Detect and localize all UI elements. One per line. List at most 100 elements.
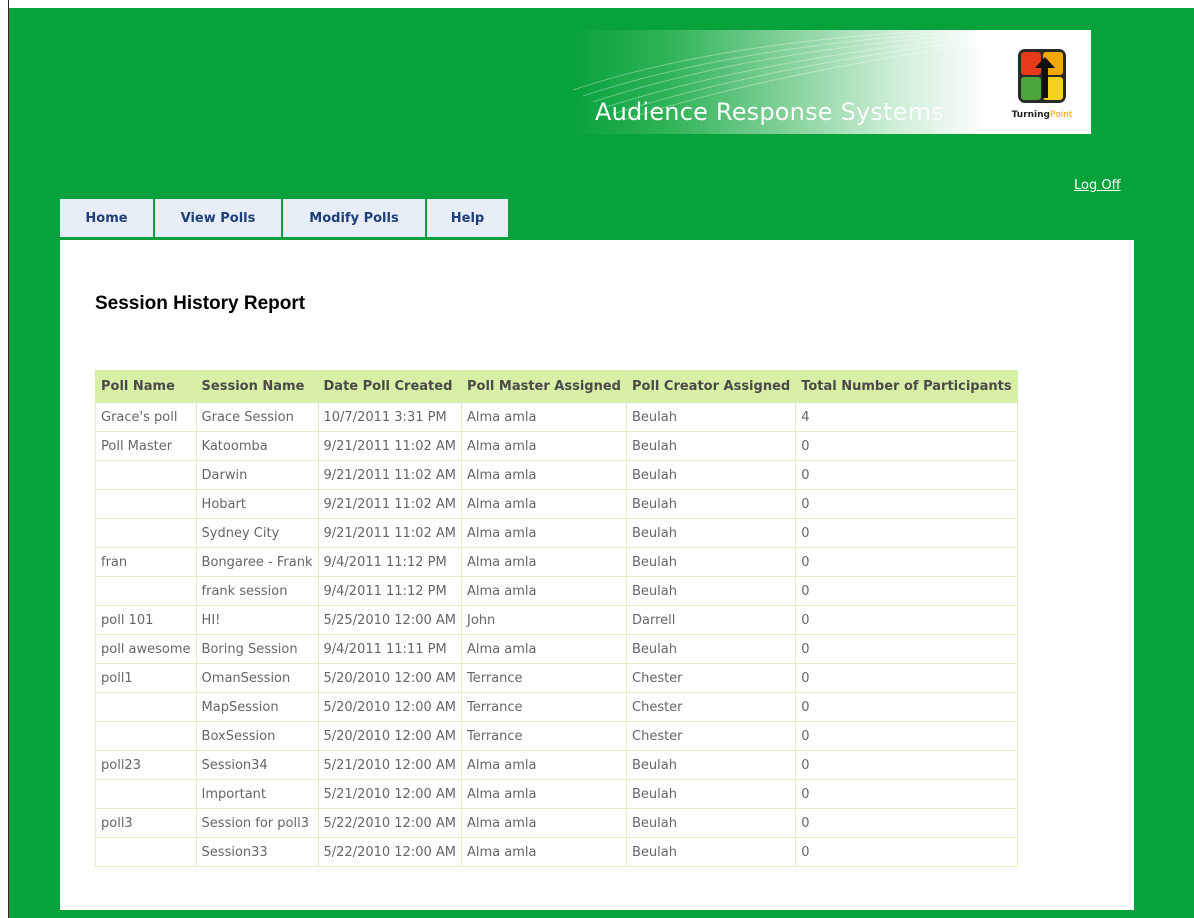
cell-poll-master: Terrance bbox=[461, 663, 627, 693]
window-left-border bbox=[0, 0, 9, 918]
cell-poll-name bbox=[95, 837, 197, 867]
cell-participants: 0 bbox=[795, 837, 1018, 867]
col-header-poll-creator: Poll Creator Assigned bbox=[625, 370, 797, 403]
table-row: Darwin 9/21/2011 11:02 AM Alma amla Beulah 0 bbox=[95, 460, 1018, 490]
cell-poll-master: Alma amla bbox=[461, 547, 627, 577]
cell-poll-name: poll 101 bbox=[95, 605, 197, 635]
cell-participants: 0 bbox=[795, 460, 1018, 490]
cell-poll-master: Alma amla bbox=[461, 518, 627, 548]
cell-poll-name bbox=[95, 721, 197, 751]
cell-poll-creator: Beulah bbox=[625, 808, 797, 838]
cell-poll-master: Terrance bbox=[461, 721, 627, 751]
cell-poll-name bbox=[95, 489, 197, 519]
table-header-row: Poll Name Session Name Date Poll Created… bbox=[95, 370, 1018, 403]
cell-poll-name: fran bbox=[95, 547, 197, 577]
cell-date-created: 9/4/2011 11:12 PM bbox=[317, 576, 462, 606]
cell-date-created: 9/21/2011 11:02 AM bbox=[317, 431, 462, 461]
cell-date-created: 5/20/2010 12:00 AM bbox=[317, 692, 462, 722]
session-history-table: Poll Name Session Name Date Poll Created… bbox=[95, 370, 1018, 867]
cell-date-created: 5/22/2010 12:00 AM bbox=[317, 808, 462, 838]
turningpoint-logo-wordmark: TurningPoint bbox=[1007, 110, 1077, 120]
table-row: BoxSession 5/20/2010 12:00 AM Terrance Ches… bbox=[95, 721, 1018, 751]
cell-date-created: 9/4/2011 11:11 PM bbox=[317, 634, 462, 664]
cell-poll-name: poll3 bbox=[95, 808, 197, 838]
cell-session-name: Darwin bbox=[195, 460, 319, 490]
cell-poll-master: Alma amla bbox=[461, 489, 627, 519]
turningpoint-logo-icon bbox=[1018, 49, 1066, 103]
table-row: Sydney City 9/21/2011 11:02 AM Alma amla Be… bbox=[95, 518, 1018, 548]
cell-session-name: MapSession bbox=[195, 692, 319, 722]
cell-session-name: frank session bbox=[195, 576, 319, 606]
col-header-participants: Total Number of Participants bbox=[795, 370, 1018, 403]
cell-poll-master: Alma amla bbox=[461, 402, 627, 432]
tab-view-polls[interactable]: View Polls bbox=[155, 199, 281, 237]
table-row: poll 101 HI! 5/25/2010 12:00 AM John Darrell… bbox=[95, 605, 1018, 635]
cell-session-name: BoxSession bbox=[195, 721, 319, 751]
cell-participants: 0 bbox=[795, 634, 1018, 664]
cell-session-name: Katoomba bbox=[195, 431, 319, 461]
cell-session-name: Grace Session bbox=[195, 402, 319, 432]
cell-poll-creator: Beulah bbox=[625, 431, 797, 461]
cell-session-name: Boring Session bbox=[195, 634, 319, 664]
cell-poll-creator: Beulah bbox=[625, 518, 797, 548]
cell-poll-creator: Chester bbox=[625, 692, 797, 722]
cell-poll-name: poll23 bbox=[95, 750, 197, 780]
content-panel: Session History Report Poll Name Session… bbox=[60, 240, 1134, 910]
cell-date-created: 9/21/2011 11:02 AM bbox=[317, 518, 462, 548]
cell-session-name: OmanSession bbox=[195, 663, 319, 693]
cell-poll-creator: Beulah bbox=[625, 837, 797, 867]
cell-poll-master: Alma amla bbox=[461, 808, 627, 838]
cell-poll-creator: Beulah bbox=[625, 547, 797, 577]
cell-poll-name bbox=[95, 518, 197, 548]
cell-poll-creator: Beulah bbox=[625, 634, 797, 664]
cell-poll-creator: Beulah bbox=[625, 489, 797, 519]
cell-poll-master: Alma amla bbox=[461, 431, 627, 461]
cell-poll-name: Grace's poll bbox=[95, 402, 197, 432]
cell-poll-creator: Beulah bbox=[625, 460, 797, 490]
tab-help[interactable]: Help bbox=[427, 199, 508, 237]
cell-date-created: 9/4/2011 11:12 PM bbox=[317, 547, 462, 577]
cell-participants: 0 bbox=[795, 547, 1018, 577]
page-title: Session History Report bbox=[95, 293, 306, 314]
col-header-poll-master: Poll Master Assigned bbox=[461, 370, 627, 403]
cell-poll-master: Terrance bbox=[461, 692, 627, 722]
cell-date-created: 10/7/2011 3:31 PM bbox=[317, 402, 462, 432]
cell-date-created: 5/25/2010 12:00 AM bbox=[317, 605, 462, 635]
col-header-date-created: Date Poll Created bbox=[317, 370, 462, 403]
cell-session-name: Sydney City bbox=[195, 518, 319, 548]
cell-poll-creator: Beulah bbox=[625, 402, 797, 432]
cell-participants: 0 bbox=[795, 489, 1018, 519]
cell-participants: 0 bbox=[795, 518, 1018, 548]
cell-poll-creator: Chester bbox=[625, 663, 797, 693]
cell-session-name: Bongaree - Frank bbox=[195, 547, 319, 577]
cell-poll-name bbox=[95, 779, 197, 809]
table-row: Poll Master Katoomba 9/21/2011 11:02 AM Alm… bbox=[95, 431, 1018, 461]
cell-poll-master: John bbox=[461, 605, 627, 635]
cell-poll-creator: Beulah bbox=[625, 576, 797, 606]
table-row: poll1 OmanSession 5/20/2010 12:00 AM Terran… bbox=[95, 663, 1018, 693]
cell-poll-creator: Beulah bbox=[625, 779, 797, 809]
cell-date-created: 5/20/2010 12:00 AM bbox=[317, 663, 462, 693]
table-row: Important 5/21/2010 12:00 AM Alma amla Beul… bbox=[95, 779, 1018, 809]
cell-poll-creator: Beulah bbox=[625, 750, 797, 780]
cell-session-name: Session33 bbox=[195, 837, 319, 867]
table-row: Grace's poll Grace Session 10/7/2011 3:31 … bbox=[95, 402, 1018, 432]
cell-session-name: Session34 bbox=[195, 750, 319, 780]
table-row: frank session 9/4/2011 11:12 PM Alma amla B… bbox=[95, 576, 1018, 606]
cell-poll-name bbox=[95, 576, 197, 606]
cell-participants: 0 bbox=[795, 576, 1018, 606]
cell-poll-master: Alma amla bbox=[461, 576, 627, 606]
cell-participants: 0 bbox=[795, 431, 1018, 461]
cell-poll-name: Poll Master bbox=[95, 431, 197, 461]
tab-home[interactable]: Home bbox=[60, 199, 153, 237]
table-row: Hobart 9/21/2011 11:02 AM Alma amla Beulah 0 bbox=[95, 489, 1018, 519]
cell-poll-name bbox=[95, 692, 197, 722]
tab-modify-polls[interactable]: Modify Polls bbox=[283, 199, 425, 237]
col-header-poll-name: Poll Name bbox=[95, 370, 197, 403]
cell-participants: 0 bbox=[795, 779, 1018, 809]
cell-poll-master: Alma amla bbox=[461, 750, 627, 780]
cell-poll-name bbox=[95, 460, 197, 490]
cell-participants: 0 bbox=[795, 721, 1018, 751]
cell-poll-name: poll1 bbox=[95, 663, 197, 693]
log-off-link[interactable]: Log Off bbox=[1074, 178, 1121, 193]
